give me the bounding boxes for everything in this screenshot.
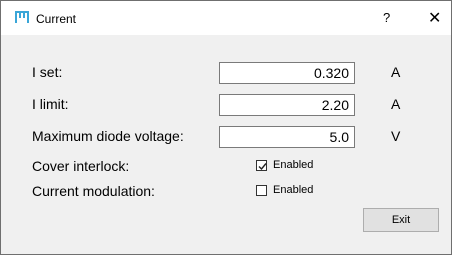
- i-limit-unit: A: [391, 96, 401, 112]
- app-icon: [15, 11, 29, 23]
- i-set-label: I set:: [32, 64, 63, 80]
- close-button[interactable]: ✕: [428, 8, 441, 28]
- dialog-window: Current ? ✕ I set: 0.320 A I limit: 2.20…: [0, 0, 452, 255]
- max-diode-voltage-unit: V: [391, 128, 401, 144]
- title-bar[interactable]: Current ? ✕: [1, 1, 451, 35]
- current-modulation-checkbox[interactable]: [256, 185, 267, 196]
- i-limit-input[interactable]: 2.20: [219, 94, 355, 116]
- checkmark-icon: [258, 163, 267, 171]
- current-modulation-enabled-label[interactable]: Enabled: [273, 184, 313, 196]
- cover-interlock-label: Cover interlock:: [32, 158, 130, 174]
- max-diode-voltage-input[interactable]: 5.0: [219, 126, 355, 148]
- max-diode-voltage-label: Maximum diode voltage:: [32, 128, 184, 144]
- help-button[interactable]: ?: [383, 10, 390, 25]
- cover-interlock-enabled-label[interactable]: Enabled: [273, 159, 313, 171]
- i-set-input[interactable]: 0.320: [219, 62, 355, 84]
- exit-button[interactable]: Exit: [363, 208, 439, 232]
- cover-interlock-checkbox[interactable]: [256, 160, 267, 171]
- window-title: Current: [36, 12, 77, 26]
- i-set-unit: A: [391, 64, 401, 80]
- i-limit-label: I limit:: [32, 96, 69, 112]
- current-modulation-label: Current modulation:: [32, 183, 155, 199]
